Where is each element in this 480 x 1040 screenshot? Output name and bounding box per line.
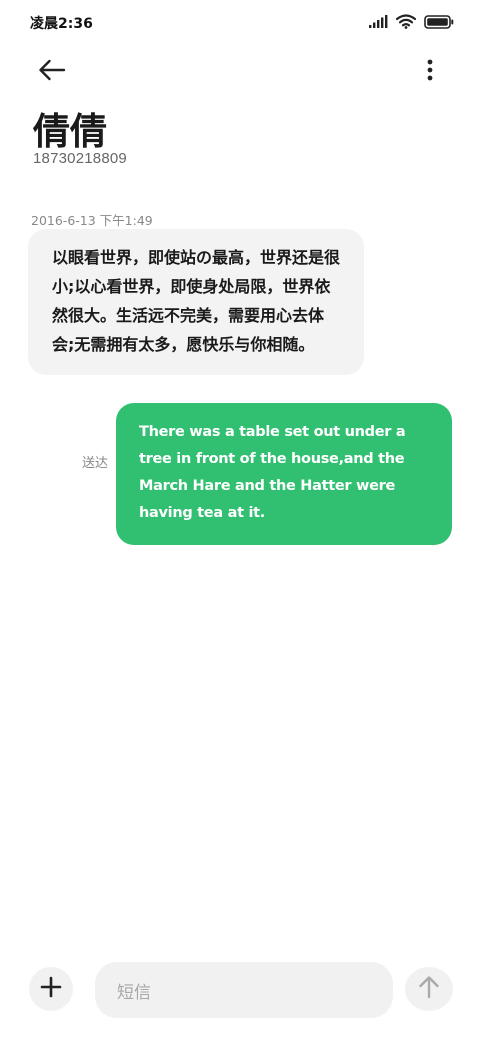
more-vertical-icon	[427, 59, 433, 85]
sms-input-placeholder: 短信	[117, 982, 151, 1003]
message-timestamp: 2016-6-13 下午1:49	[31, 213, 153, 228]
incoming-message-text: 以眼看世界，即使站の最高，世界还是很小;以心看世界，即使身处局限，世界依然很大。…	[52, 248, 341, 354]
status-icons	[368, 14, 454, 33]
plus-icon	[40, 976, 62, 1002]
header	[0, 44, 480, 100]
arrow-up-icon	[418, 975, 440, 1003]
back-button[interactable]	[34, 54, 70, 90]
contact-name: 倩倩	[33, 110, 107, 153]
outgoing-message-text: There was a table set out under a tree i…	[139, 424, 406, 521]
arrow-left-icon	[38, 59, 66, 85]
sms-input[interactable]: 短信	[95, 962, 393, 1018]
more-options-button[interactable]	[418, 54, 442, 90]
send-button[interactable]	[405, 967, 453, 1011]
status-time: 凌晨2:36	[30, 16, 93, 32]
incoming-message-bubble[interactable]: 以眼看世界，即使站の最高，世界还是很小;以心看世界，即使身处局限，世界依然很大。…	[28, 229, 364, 375]
wifi-icon	[395, 14, 417, 33]
outgoing-message-bubble[interactable]: There was a table set out under a tree i…	[116, 403, 452, 545]
signal-icon	[368, 14, 388, 33]
battery-icon	[424, 14, 454, 33]
contact-number: 18730218809	[33, 150, 127, 167]
status-bar: 凌晨2:36	[0, 0, 480, 44]
delivery-status: 送达	[82, 456, 109, 471]
add-attachment-button[interactable]	[29, 967, 73, 1011]
